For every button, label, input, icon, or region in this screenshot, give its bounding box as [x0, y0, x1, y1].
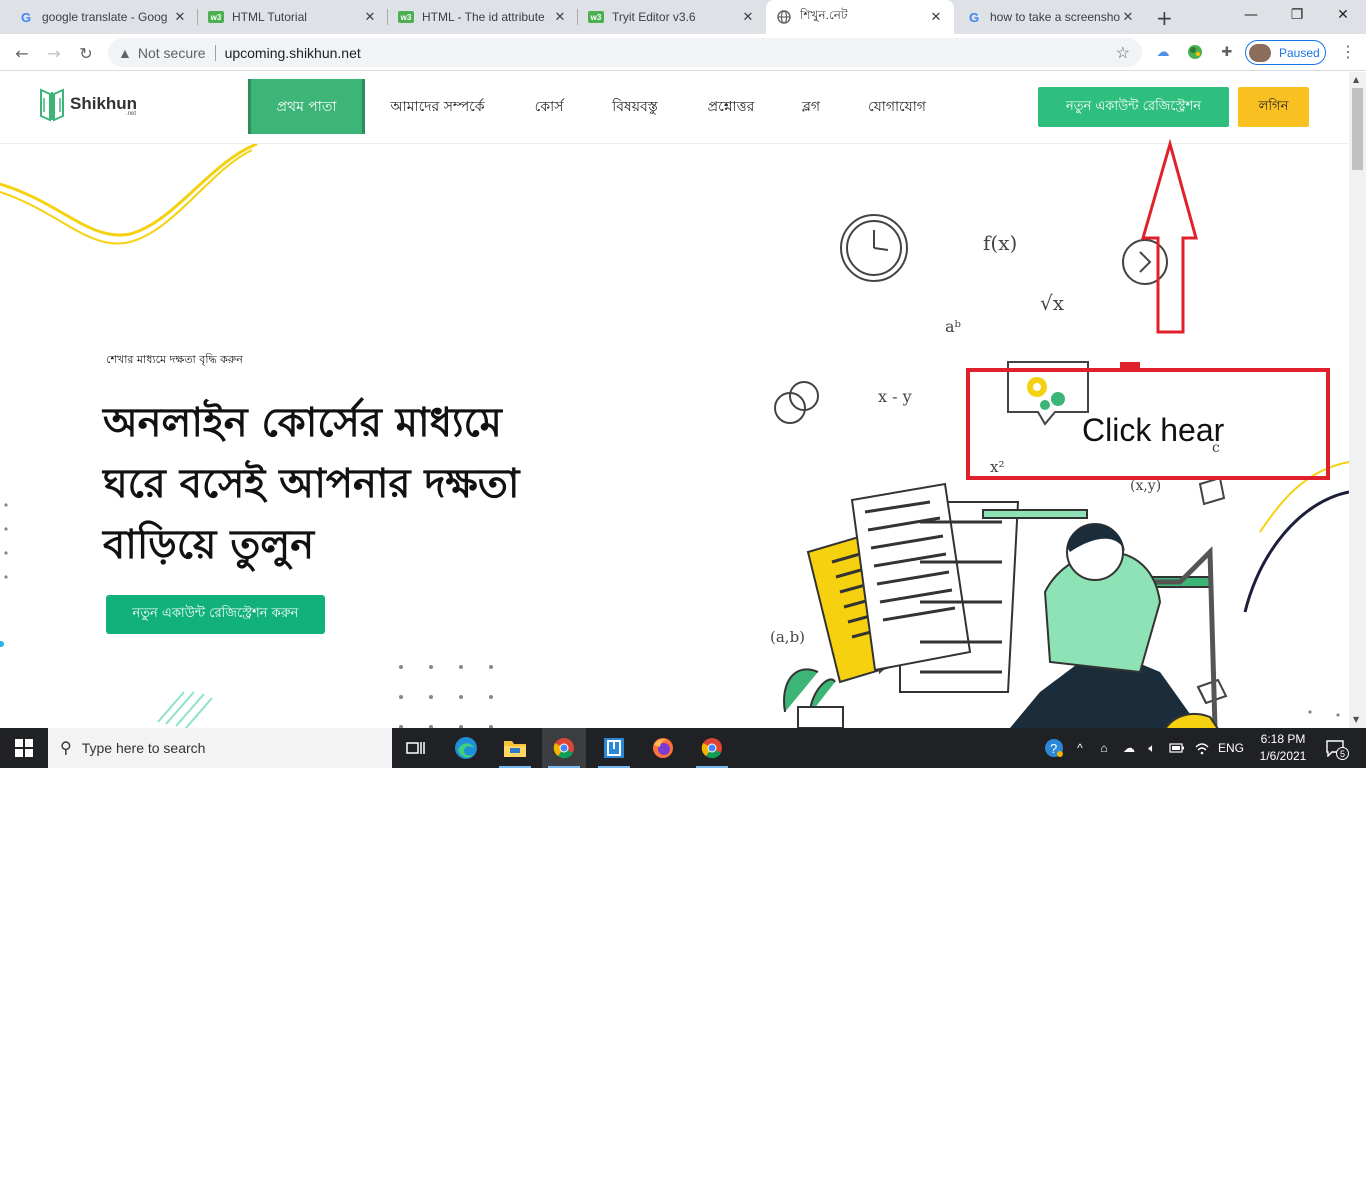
cloud-extension-icon[interactable]: ☁ [1154, 43, 1172, 61]
annotation-text: Click hear [1082, 412, 1225, 448]
editor-app-icon[interactable] [592, 728, 636, 768]
battery-icon[interactable] [1166, 728, 1188, 768]
w3schools-icon: w3 [208, 11, 224, 23]
tab-title: HTML - The id attribute [422, 10, 545, 24]
help-icon[interactable]: ? [1042, 728, 1066, 768]
close-tab-icon[interactable]: ✕ [928, 10, 944, 25]
w3schools-icon: w3 [398, 11, 414, 23]
scrollbar-thumb[interactable] [1352, 88, 1363, 170]
tab-title: Tryit Editor v3.6 [612, 10, 696, 24]
tab-title: how to take a screensho [990, 10, 1120, 24]
tab-title: শিখুন.নেট [800, 8, 848, 22]
task-view-icon[interactable] [394, 728, 438, 768]
globe-icon [776, 9, 792, 25]
bookmark-star-icon[interactable]: ☆ [1116, 43, 1130, 63]
search-placeholder: Type here to search [81, 740, 206, 756]
reload-icon[interactable]: ↻ [74, 41, 98, 65]
profile-button[interactable]: Paused [1245, 40, 1326, 65]
forward-arrow-icon[interactable]: → [42, 41, 66, 65]
w3schools-icon: w3 [588, 11, 604, 23]
close-tab-icon[interactable]: ✕ [172, 10, 188, 25]
svg-text:?: ? [1050, 741, 1057, 756]
firefox-icon[interactable] [641, 728, 685, 768]
menu-kebab-icon[interactable]: ⋮ [1340, 42, 1356, 61]
screen: G google translate - Goog ✕ w3 HTML Tuto… [0, 0, 1366, 768]
onedrive-cloud-icon[interactable]: ☁ [1118, 728, 1140, 768]
windows-start-icon[interactable] [0, 728, 48, 768]
browser-tab[interactable]: w3 HTML - The id attribute ✕ [388, 0, 578, 34]
browser-tab[interactable]: G how to take a screensho ✕ [956, 0, 1146, 34]
close-window-icon[interactable]: ✕ [1320, 0, 1366, 30]
new-tab-plus-icon[interactable]: + [1156, 6, 1173, 30]
system-clock[interactable]: 6:18 PM 1/6/2021 [1252, 731, 1314, 765]
browser-tab[interactable]: w3 HTML Tutorial ✕ [198, 0, 388, 34]
close-tab-icon[interactable]: ✕ [552, 10, 568, 25]
clock-date: 1/6/2021 [1259, 749, 1307, 763]
profile-status: Paused [1279, 45, 1320, 60]
page-scrollbar[interactable]: ▲ ▼ [1349, 72, 1366, 728]
annotation-marker [1120, 362, 1140, 371]
not-secure-label[interactable]: Not secure [138, 45, 206, 61]
volume-icon[interactable]: 🔈︎ [1142, 728, 1162, 768]
edge-browser-icon[interactable] [444, 728, 488, 768]
clock-time: 6:18 PM [1260, 732, 1306, 746]
web-page: Shikhun .net প্রথম পাতা আমাদের সম্পর্কে … [0, 72, 1349, 728]
google-icon: G [20, 9, 32, 25]
tab-title: google translate - Goog [42, 10, 168, 24]
annotation-arrow [1141, 138, 1198, 334]
puzzle-extensions-icon[interactable]: ✚ [1218, 43, 1236, 61]
url-text[interactable]: upcoming.shikhun.net [225, 45, 361, 61]
avatar [1249, 43, 1271, 62]
meet-now-icon[interactable]: ⌂ [1095, 728, 1113, 768]
warning-triangle-icon[interactable]: ▲ [118, 45, 132, 61]
wifi-icon[interactable] [1191, 728, 1213, 768]
file-explorer-icon[interactable] [493, 728, 537, 768]
chrome-icon[interactable] [690, 728, 734, 768]
chrome-icon[interactable] [542, 728, 586, 768]
taskbar-search-input[interactable]: ⚲ Type here to search [48, 728, 392, 768]
globe-extension-icon[interactable] [1186, 43, 1204, 61]
divider [214, 44, 216, 61]
close-tab-icon[interactable]: ✕ [362, 10, 378, 25]
windows-taskbar: ⚲ Type here to search ? ^ ⌂ ☁ 🔈︎ ENG 6:1… [0, 728, 1366, 768]
tab-title: HTML Tutorial [232, 10, 307, 24]
chevron-up-icon[interactable]: ^ [1071, 728, 1089, 768]
browser-tab-active[interactable]: শিখুন.নেট ✕ [766, 0, 954, 34]
minimize-icon[interactable]: — [1228, 0, 1274, 30]
close-tab-icon[interactable]: ✕ [1120, 10, 1136, 25]
notifications-icon[interactable]: 5 [1320, 728, 1350, 768]
browser-tab[interactable]: w3 Tryit Editor v3.6 ✕ [578, 0, 766, 34]
scroll-down-arrow-icon[interactable]: ▼ [1353, 715, 1359, 724]
address-bar[interactable]: ▲ Not secure upcoming.shikhun.net ☆ [108, 38, 1142, 67]
tab-strip: G google translate - Goog ✕ w3 HTML Tuto… [0, 0, 1366, 34]
back-arrow-icon[interactable]: ← [10, 41, 34, 65]
close-tab-icon[interactable]: ✕ [740, 10, 756, 25]
notification-count-badge: 5 [1336, 747, 1349, 760]
scroll-up-arrow-icon[interactable]: ▲ [1353, 75, 1359, 84]
annotation-overlay [966, 138, 1330, 480]
search-icon: ⚲ [60, 740, 72, 757]
google-icon: G [968, 9, 980, 25]
language-indicator[interactable]: ENG [1216, 728, 1246, 768]
restore-icon[interactable]: ❐ [1274, 0, 1320, 30]
browser-toolbar: ← → ↻ ▲ Not secure upcoming.shikhun.net … [0, 34, 1366, 71]
browser-tab[interactable]: G google translate - Goog ✕ [8, 0, 198, 34]
